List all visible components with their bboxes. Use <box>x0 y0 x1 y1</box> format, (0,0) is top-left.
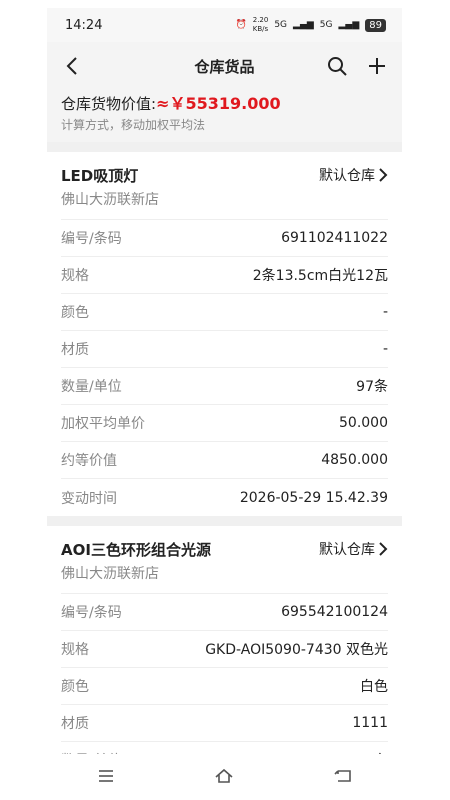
warehouse-value-label: 仓库货物价值: <box>61 95 157 113</box>
row-label: 约等价值 <box>61 453 117 469</box>
product-card-head: AOI三色环形组合光源 默认仓库 佛山大沥联新店 <box>61 526 388 594</box>
row-value: GKD-AOI5090-7430 双色光 <box>205 642 388 658</box>
chevron-right-icon <box>379 168 388 182</box>
search-icon[interactable] <box>326 55 348 77</box>
store-name: 佛山大沥联新店 <box>61 562 388 594</box>
product-card[interactable]: LED吸顶灯 默认仓库 佛山大沥联新店 编号/条码 691102411022 规格… <box>47 152 402 516</box>
table-row: 变动时间 2026-05-29 15.42.39 <box>61 479 388 516</box>
status-bar: 14:24 ⏰ 2.20 KB/s 5G ▂▄▆ 5G ▂▄▆ 89 <box>47 8 402 42</box>
divider <box>47 142 402 152</box>
table-row: 颜色 - <box>61 294 388 331</box>
row-value: 695542100124 <box>281 604 388 620</box>
app-screen: 14:24 ⏰ 2.20 KB/s 5G ▂▄▆ 5G ▂▄▆ 89 仓库货品 <box>47 8 402 798</box>
table-row: 编号/条码 695542100124 <box>61 594 388 631</box>
row-label: 编号/条码 <box>61 605 122 621</box>
row-value: 2条13.5cm白光12瓦 <box>252 268 388 284</box>
nav-bar: 仓库货品 <box>61 42 388 90</box>
table-row: 编号/条码 691102411022 <box>61 220 388 257</box>
row-value: - <box>382 341 388 357</box>
row-value: 2026-05-29 15.42.39 <box>239 489 388 506</box>
table-row: 数量/单位 97条 <box>61 368 388 405</box>
row-value: 4850.000 <box>321 452 388 468</box>
back-arrow-icon[interactable] <box>61 55 83 77</box>
table-row: 材质 1111 <box>61 705 388 742</box>
table-row: 规格 2条13.5cm白光12瓦 <box>61 257 388 294</box>
warehouse-label: 默认仓库 <box>319 168 375 184</box>
signal-2-label: 5G <box>319 20 333 30</box>
row-value: 1111 <box>352 715 388 731</box>
product-title-row: LED吸顶灯 默认仓库 <box>61 162 388 188</box>
row-label: 材质 <box>61 716 89 732</box>
system-nav-bar <box>47 754 402 798</box>
menu-icon[interactable] <box>95 765 117 787</box>
row-value: 50.000 <box>339 415 388 431</box>
row-label: 数量/单位 <box>61 379 122 395</box>
plus-icon[interactable] <box>366 55 388 77</box>
table-row: 颜色 白色 <box>61 668 388 705</box>
nav-actions <box>326 55 388 77</box>
battery-indicator: 89 <box>365 18 386 32</box>
divider <box>47 516 402 526</box>
row-label: 加权平均单价 <box>61 416 145 432</box>
chevron-right-icon <box>379 542 388 556</box>
alarm-icon: ⏰ <box>235 20 247 30</box>
row-value: - <box>382 304 388 320</box>
product-title-row: AOI三色环形组合光源 默认仓库 <box>61 536 388 562</box>
status-indicators: ⏰ 2.20 KB/s 5G ▂▄▆ 5G ▂▄▆ 89 <box>236 16 386 34</box>
calculation-method: 计算方式，移动加权平均法 <box>61 118 206 132</box>
table-row: 加权平均单价 50.000 <box>61 405 388 442</box>
net-speed: 2.20 KB/s <box>252 16 269 33</box>
row-label: 颜色 <box>61 305 89 321</box>
status-time: 14:24 <box>65 17 103 33</box>
table-row: 约等价值 4850.000 <box>61 442 388 479</box>
row-label: 颜色 <box>61 679 89 695</box>
store-name: 佛山大沥联新店 <box>61 188 388 220</box>
product-title: LED吸顶灯 <box>61 166 139 185</box>
product-card[interactable]: AOI三色环形组合光源 默认仓库 佛山大沥联新店 编号/条码 6955421001… <box>47 526 402 779</box>
row-label: 材质 <box>61 342 89 358</box>
back-nav-icon[interactable] <box>332 765 354 787</box>
signal-icon-2: ▂▄▆ <box>338 20 360 30</box>
warehouse-link[interactable]: 默认仓库 <box>319 165 388 185</box>
row-label: 变动时间 <box>61 490 117 507</box>
table-row: 材质 - <box>61 331 388 368</box>
warehouse-value-amount: ≈￥55319.000 <box>156 94 281 113</box>
table-row: 规格 GKD-AOI5090-7430 双色光 <box>61 631 388 668</box>
row-value: 白色 <box>360 679 388 695</box>
page-header: 仓库货品 仓库货物价值: ≈￥55319.000 计算方式，移动加权平均法 <box>47 42 402 142</box>
product-card-head: LED吸顶灯 默认仓库 佛山大沥联新店 <box>61 152 388 220</box>
row-value: 97条 <box>356 379 388 395</box>
warehouse-label: 默认仓库 <box>319 542 375 558</box>
row-label: 规格 <box>61 268 89 284</box>
row-label: 规格 <box>61 642 89 658</box>
product-title: AOI三色环形组合光源 <box>61 540 211 559</box>
row-label: 编号/条码 <box>61 231 122 247</box>
warehouse-value: 仓库货物价值: ≈￥55319.000 <box>61 90 388 114</box>
signal-1-label: 5G <box>274 20 288 30</box>
warehouse-link[interactable]: 默认仓库 <box>319 539 388 559</box>
row-value: 691102411022 <box>281 230 388 246</box>
home-icon[interactable] <box>213 765 235 787</box>
signal-icon: ▂▄▆ <box>293 20 314 30</box>
